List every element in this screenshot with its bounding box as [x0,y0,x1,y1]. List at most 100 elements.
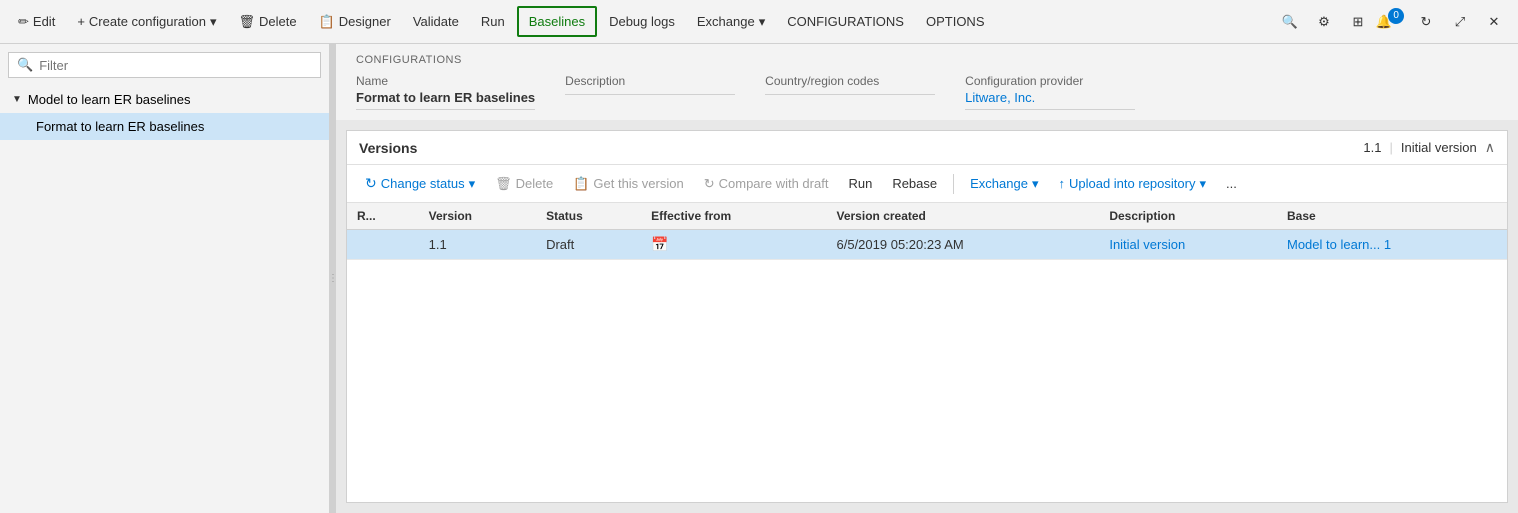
filter-box[interactable]: 🔍 [8,52,321,78]
exchange-arrow-icon: ▾ [759,14,766,30]
dropdown-arrow-icon: ▾ [210,14,217,30]
versions-title: Versions [359,140,417,156]
versions-table-container: R... Version Status Effective from Versi… [347,203,1507,502]
delete-icon: 🗑 [239,14,256,30]
change-status-button[interactable]: ↻ Change status ▾ [357,171,483,196]
country-field: Country/region codes [765,74,965,110]
versions-delete-button[interactable]: 🗑 Delete [487,172,561,196]
col-header-base: Base [1277,203,1507,230]
versions-run-button[interactable]: Run [840,172,880,195]
validate-button[interactable]: Validate [403,8,469,35]
versions-exchange-button[interactable]: Exchange ▾ [962,172,1046,196]
compare-with-draft-button[interactable]: ↻ Compare with draft [696,172,837,196]
provider-value[interactable]: Litware, Inc. [965,90,1135,110]
office-icon: ⊞ [1353,14,1364,30]
description-label: Description [565,74,735,88]
provider-field: Configuration provider Litware, Inc. [965,74,1165,110]
cell-effective-from: 📅 [641,230,826,260]
create-configuration-button[interactable]: + Create configuration ▾ [67,8,226,36]
name-field: Name Format to learn ER baselines [356,74,565,110]
tree-child-item[interactable]: Format to learn ER baselines [0,113,329,140]
col-header-description: Description [1099,203,1277,230]
sidebar: 🔍 ▼ Model to learn ER baselines Format t… [0,44,330,513]
designer-button[interactable]: 📋 Designer [309,8,401,36]
open-new-window-button[interactable]: ⤢ [1444,6,1476,38]
open-window-icon: ⤢ [1455,14,1465,30]
upload-dropdown-icon: ▾ [1199,176,1206,192]
filter-input[interactable] [39,58,312,73]
search-button[interactable]: 🔍 [1274,6,1306,38]
version-label-text: Initial version [1401,140,1477,155]
delete-button[interactable]: 🗑 Delete [229,8,307,36]
main-layout: 🔍 ▼ Model to learn ER baselines Format t… [0,44,1518,513]
cell-version-created: 6/5/2019 05:20:23 AM [827,230,1100,260]
change-status-arrow-icon: ▾ [469,176,476,192]
status-value: Draft [546,237,574,252]
config-fields: Name Format to learn ER baselines Descri… [356,74,1498,120]
versions-table: R... Version Status Effective from Versi… [347,203,1507,260]
options-button[interactable]: OPTIONS [916,8,995,35]
refresh-icon: ↻ [1421,14,1432,30]
version-separator: | [1389,140,1392,155]
cell-r [347,230,419,260]
country-value [765,90,935,95]
office-button[interactable]: ⊞ [1342,6,1374,38]
upload-icon: ↑ [1058,176,1065,191]
notification-badge: 0 [1388,8,1404,24]
filter-icon: 🔍 [17,57,33,73]
versions-collapse-button[interactable]: ∧ [1485,139,1495,156]
name-label: Name [356,74,535,88]
close-button[interactable]: ✕ [1478,6,1510,38]
calendar-icon[interactable]: 📅 [651,236,668,252]
tree-parent-item[interactable]: ▼ Model to learn ER baselines [0,86,329,113]
edit-button[interactable]: ✏ Edit [8,8,65,36]
col-header-r: R... [347,203,419,230]
baselines-button[interactable]: Baselines [517,6,597,37]
settings-button[interactable]: ⚙ [1308,6,1340,38]
exchange-dropdown-icon: ▾ [1032,176,1039,192]
toolbar-separator-1 [953,174,954,194]
col-header-version-created: Version created [827,203,1100,230]
tree-child-label: Format to learn ER baselines [36,119,204,134]
col-header-effective-from: Effective from [641,203,826,230]
cell-status: Draft [536,230,641,260]
notifications-button[interactable]: 🔔0 [1376,6,1408,38]
cell-description: Initial version [1099,230,1277,260]
cell-version: 1.1 [419,230,536,260]
designer-icon: 📋 [319,14,335,30]
debug-logs-button[interactable]: Debug logs [599,8,685,35]
description-link[interactable]: Initial version [1109,237,1185,252]
country-label: Country/region codes [765,74,935,88]
collapse-tree-icon: ▼ [12,94,22,105]
exchange-button[interactable]: Exchange ▾ [687,8,775,36]
versions-panel: Versions 1.1 | Initial version ∧ ↻ Chang… [346,130,1508,503]
provider-label: Configuration provider [965,74,1135,88]
gear-icon: ⚙ [1318,14,1330,30]
description-value [565,90,735,95]
version-number: 1.1 [1363,140,1381,155]
upload-into-repository-button[interactable]: ↑ Upload into repository ▾ [1050,172,1214,196]
cell-base: Model to learn... 1 [1277,230,1507,260]
config-header: CONFIGURATIONS Name Format to learn ER b… [336,44,1518,120]
refresh-button[interactable]: ↻ [1410,6,1442,38]
tree-parent-label: Model to learn ER baselines [28,92,191,107]
versions-delete-icon: 🗑 [495,176,512,192]
description-field: Description [565,74,765,110]
table-header-row: R... Version Status Effective from Versi… [347,203,1507,230]
more-options-button[interactable]: ... [1218,172,1245,195]
main-toolbar: ✏ Edit + Create configuration ▾ 🗑 Delete… [0,0,1518,44]
rebase-button[interactable]: Rebase [884,172,945,195]
run-button[interactable]: Run [471,8,515,35]
col-header-status: Status [536,203,641,230]
get-version-icon: 📋 [573,176,589,192]
versions-meta: 1.1 | Initial version ∧ [1363,139,1495,156]
get-this-version-button[interactable]: 📋 Get this version [565,172,692,196]
breadcrumb: CONFIGURATIONS [356,54,1498,66]
name-value: Format to learn ER baselines [356,90,535,110]
content-area: CONFIGURATIONS Name Format to learn ER b… [336,44,1518,513]
close-icon: ✕ [1489,14,1500,30]
configurations-button[interactable]: CONFIGURATIONS [777,8,914,35]
base-link[interactable]: Model to learn... 1 [1287,237,1391,252]
compare-icon: ↻ [704,176,715,192]
table-row[interactable]: 1.1 Draft 📅 6/5/2019 05:20:23 AM Initial… [347,230,1507,260]
